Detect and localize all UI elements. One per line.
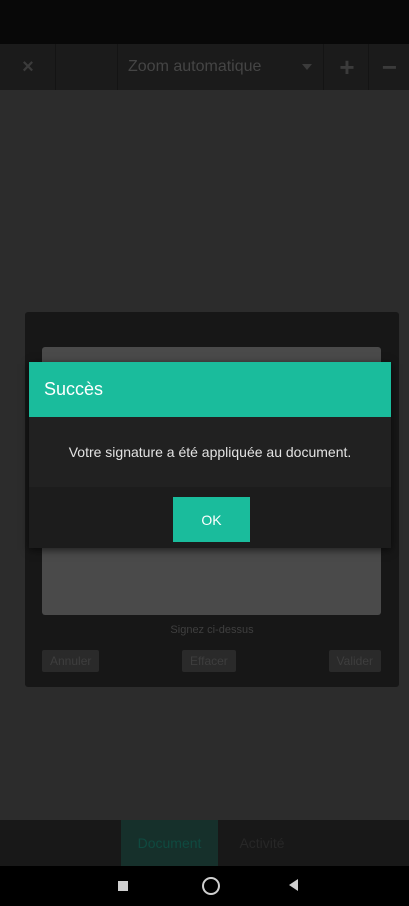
success-message: Votre signature a été appliquée au docum… [68,444,352,460]
minus-icon: − [381,51,398,82]
square-icon[interactable] [118,881,128,891]
close-icon: × [22,55,34,78]
validate-button[interactable]: Valider [328,650,381,672]
status-bar [0,0,409,44]
bottom-tab-bar: Document Activité [0,820,409,866]
tab-activity[interactable]: Activité [222,820,302,866]
zoom-out-button[interactable]: − [370,44,409,90]
success-dialog: Succès Votre signature a été appliquée a… [29,362,391,548]
signature-hint: Signez ci-dessus [170,624,254,636]
toolbar-divider [368,44,369,90]
success-dialog-header: Succès [29,362,391,417]
zoom-select-value: Zoom automatique [128,58,262,75]
clear-button[interactable]: Effacer [182,650,236,672]
viewer-toolbar: × Zoom automatique + − [0,44,409,90]
success-dialog-footer: OK [29,487,391,548]
zoom-select[interactable]: Zoom automatique [118,44,322,90]
back-arrow-icon[interactable] [289,879,298,891]
toolbar-divider [323,44,324,90]
success-dialog-title: Succès [44,379,104,399]
system-nav-bar [0,866,409,906]
toolbar-divider [55,44,56,90]
chevron-down-icon [302,64,312,70]
tab-document[interactable]: Document [121,820,218,866]
zoom-in-button[interactable]: + [328,44,366,90]
circle-icon[interactable] [202,877,220,895]
close-button[interactable]: × [8,44,48,90]
ok-button[interactable]: OK [173,497,250,542]
plus-icon: + [339,51,355,82]
cancel-button[interactable]: Annuler [42,650,100,672]
